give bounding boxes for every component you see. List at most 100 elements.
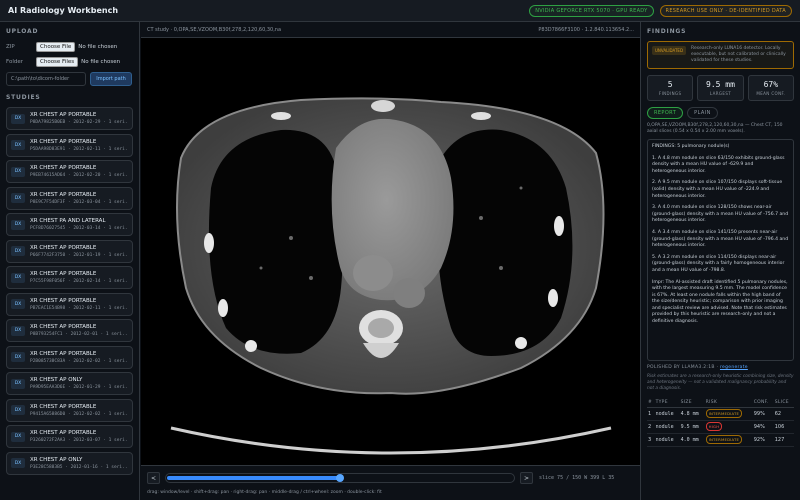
study-subtitle: P9415A65886D0 · 2012-02-02 · 1 seri...: [30, 411, 128, 417]
study-list-item[interactable]: DX XR CHEST AP PORTABLE P5DAA98D83E91 · 20…: [6, 133, 133, 157]
slice-info: slice 75 / 150 W 399 L 35: [539, 475, 615, 481]
polished-by: POLISHED BY LLAMA3.2:1B · regenerate: [647, 365, 794, 370]
stat-largest: 9.5 mm LARGEST: [697, 75, 744, 101]
study-text: XR CHEST AP PORTABLE P7C55F98F056F · 2012…: [30, 271, 128, 284]
slice-slider[interactable]: [165, 473, 515, 483]
tab-report[interactable]: REPORT: [647, 107, 684, 119]
modality-badge: DX: [11, 113, 25, 124]
findings-section-title: FINDINGS: [647, 28, 687, 35]
study-subtitle: P8E9C7F54DF3F · 2012-03-04 · 1 seri...: [30, 199, 128, 205]
study-name: XR CHEST AP PORTABLE: [30, 297, 97, 304]
study-name: XR CHEST AP PORTABLE: [30, 191, 97, 198]
risk-badge: INTERMEDIATE: [705, 409, 743, 418]
table-row[interactable]: 1 nodule 4.8 mm INTERMEDIATE 99% 62: [647, 407, 794, 421]
modality-badge: DX: [11, 352, 25, 362]
cell-risk: INTERMEDIATE: [704, 433, 753, 447]
cell-risk: HIGH: [704, 420, 753, 434]
study-subtitle: P8DA79825B0EB · 2012-02-29 · 1 seri...: [30, 120, 128, 125]
viewer-hint: drag: window/level · shift+drag: pan · r…: [147, 490, 382, 495]
study-list-item[interactable]: DX XR CHEST AP PORTABLE P7C55F98F056F · 20…: [6, 266, 133, 289]
col-number: #: [647, 398, 655, 408]
slice-slider-handle[interactable]: [336, 474, 344, 482]
col-slice: SLICE: [773, 398, 794, 408]
study-subtitle: PA9D95EAA3D6E · 2012-01-29 · 1 seri...: [30, 385, 128, 390]
report-paragraph: FINDINGS: 5 pulmonary nodule(s): [652, 144, 730, 149]
study-list-item[interactable]: DX XR CHEST AP PORTABLE PB7EAC1E54B98 · 20…: [6, 292, 133, 316]
folder-label: Folder: [6, 59, 23, 65]
modality-badge: DX: [11, 378, 25, 389]
zip-choose-file-button[interactable]: Choose File: [36, 42, 76, 52]
study-name: XR CHEST AP PORTABLE: [30, 244, 97, 251]
next-slice-button[interactable]: >: [520, 472, 533, 484]
table-row[interactable]: 2 nodule 9.5 mm HIGH 94% 106: [647, 420, 794, 434]
cell-number: 2: [647, 420, 655, 434]
col-risk: RISK: [704, 398, 753, 408]
image-viewer: CT study · 0,OPA,SE,VZOOM,B30f,278,2,120…: [141, 22, 640, 500]
stat-label: FINDINGS: [658, 91, 682, 96]
study-list-item[interactable]: DX XR CHEST AP PORTABLE P3260272F2AA3 · 20…: [6, 425, 133, 448]
modality-badge: DX: [11, 458, 25, 468]
path-input[interactable]: C:\path\to\dicom-folder: [6, 72, 86, 86]
stat-value: 5: [667, 80, 673, 89]
study-list-item[interactable]: DX XR CHEST AP PORTABLE P8B793254FC1 · 201…: [6, 319, 133, 342]
study-list-item[interactable]: DX XR CHEST PA AND LATERAL PCF8D76027545 ·…: [6, 213, 133, 236]
study-text: XR CHEST AP PORTABLE P8DA79825B0EB · 2012…: [30, 112, 128, 125]
study-name: XR CHEST AP PORTABLE: [30, 138, 97, 145]
cell-type: nodule: [654, 433, 680, 447]
cell-size: 4.0 mm: [679, 433, 705, 447]
studies-section-title: STUDIES: [6, 94, 41, 101]
study-label: CT study · 0,OPA,SE,VZOOM,B30f,278,2,120…: [147, 26, 282, 33]
cell-type: nodule: [654, 420, 680, 434]
stats-row: 5 FINDINGS 9.5 mm LARGEST 67% MEAN CONF.: [647, 75, 794, 101]
cell-slice: 62: [773, 407, 794, 421]
study-text: XR CHEST PA AND LATERAL PCF8D76027545 · 2…: [30, 218, 128, 231]
report-paragraph: 3. A 4.0 mm nodule on slice 128/150 show…: [652, 205, 789, 224]
risk-badge: INTERMEDIATE: [705, 435, 743, 444]
gpu-status-badge: NVIDIA GEFORCE RTX 5070 · GPU READY: [529, 4, 654, 17]
stat-label: LARGEST: [709, 91, 732, 96]
study-list-item[interactable]: DX XR CHEST AP PORTABLE P9EB74615AD64 · 20…: [6, 160, 133, 183]
study-name: XR CHEST AP PORTABLE: [30, 112, 97, 118]
study-text: XR CHEST AP PORTABLE P9415A65886D0 · 2012…: [30, 404, 128, 417]
findings-table: # TYPE SIZE RISK CONF. SLICE 1 nodule 4.8 …: [647, 398, 794, 447]
study-name: XR CHEST AP PORTABLE: [30, 403, 97, 410]
col-conf: CONF.: [752, 398, 774, 408]
study-list-item[interactable]: DX XR CHEST AP PORTABLE P2B085738C83A · 20…: [6, 345, 133, 369]
cell-risk: INTERMEDIATE: [704, 407, 753, 421]
study-subtitle: P8B793254FC1 · 2012-02-01 · 1 seri...: [30, 332, 128, 337]
regenerate-link[interactable]: regenerate: [720, 365, 748, 370]
study-list-item[interactable]: DX XR CHEST AP PORTABLE P8E9C7F54DF3F · 20…: [6, 186, 133, 210]
study-text: XR CHEST AP PORTABLE P8B793254FC1 · 2012-…: [30, 324, 128, 337]
table-row[interactable]: 3 nodule 4.0 mm INTERMEDIATE 92% 127: [647, 433, 794, 447]
study-list-item[interactable]: DX XR CHEST AP ONLY PA9D95EAA3D6E · 2012-0…: [6, 372, 133, 395]
study-list-item[interactable]: DX XR CHEST AP PORTABLE P8DA79825B0EB · 20…: [6, 107, 133, 130]
risk-badge: HIGH: [705, 422, 723, 431]
cell-conf: 94%: [752, 420, 774, 434]
left-sidebar: UPLOAD ZIP Choose File No file chosen Fo…: [0, 22, 140, 500]
prev-slice-button[interactable]: <: [147, 472, 160, 484]
cell-size: 4.8 mm: [679, 407, 705, 421]
cell-slice: 127: [773, 433, 794, 447]
study-list-item[interactable]: DX XR CHEST AP PORTABLE P9415A65886D0 · 20…: [6, 398, 133, 422]
study-list-item[interactable]: DX XR CHEST AP PORTABLE P66F7742F3750 · 20…: [6, 239, 133, 263]
study-name: XR CHEST AP PORTABLE: [30, 271, 97, 277]
study-list-item[interactable]: DX XR CHEST AP ONLY P3E28C5883B5 · 2012-01…: [6, 451, 133, 475]
col-size: SIZE: [679, 398, 705, 408]
modality-badge: DX: [11, 219, 25, 230]
report-tabs: REPORT PLAIN: [647, 107, 794, 119]
study-uid: P83D7866F3100 · 1.2.840.113654.2...: [538, 26, 634, 33]
top-bar: AI Radiology Workbench NVIDIA GEFORCE RT…: [0, 0, 800, 22]
zip-label: ZIP: [6, 44, 15, 50]
modality-badge: DX: [11, 431, 25, 442]
modality-badge: DX: [11, 405, 25, 415]
import-path-button[interactable]: Import path: [90, 72, 132, 86]
report-paragraph: 1. A 4.8 mm nodule on slice 63/150 exhib…: [652, 155, 785, 174]
tab-plain[interactable]: PLAIN: [687, 107, 718, 119]
ct-slice-image[interactable]: [141, 38, 640, 465]
ct-image-canvas[interactable]: [141, 38, 640, 465]
folder-choose-files-button[interactable]: Choose Files: [36, 57, 79, 67]
app-title: AI Radiology Workbench: [8, 6, 119, 15]
study-subtitle: PCF8D76027545 · 2012-03-14 · 1 seri...: [30, 226, 128, 231]
study-meta: 0,OPA,SE,VZOOM,B30f,278,2,120,60,30,na —…: [647, 123, 783, 134]
study-name: XR CHEST AP PORTABLE: [30, 350, 97, 357]
